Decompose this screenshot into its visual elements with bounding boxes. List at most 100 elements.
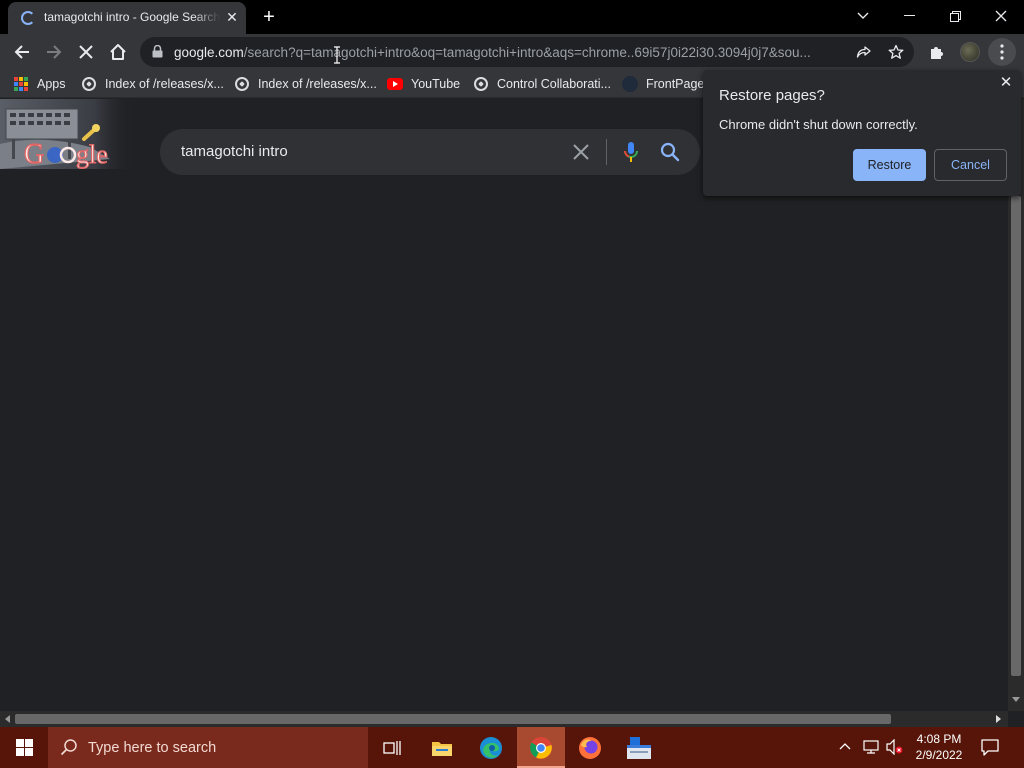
bookmark-label: Index of /releases/x... xyxy=(258,77,377,91)
arrow-right-icon xyxy=(47,45,62,59)
text-cursor-icon xyxy=(334,46,340,64)
edge-icon xyxy=(480,736,502,759)
scroll-left-arrow-icon[interactable] xyxy=(5,715,10,723)
restore-pages-dialog: Restore pages? ✕ Chrome didn't shut down… xyxy=(703,70,1021,196)
tab-title: tamagotchi intro - Google Search xyxy=(44,10,220,24)
bookmark-apps[interactable]: Apps xyxy=(13,75,66,93)
clock-date: 2/9/2022 xyxy=(915,748,963,762)
dialog-title: Restore pages? xyxy=(719,87,825,104)
loading-spinner-icon xyxy=(21,11,35,25)
svg-text:gle: gle xyxy=(76,140,108,169)
task-view-icon xyxy=(383,740,401,755)
address-bar[interactable]: google.com/search?q=tamagotchi+intro&oq=… xyxy=(140,37,914,67)
puzzle-icon xyxy=(931,47,943,59)
vertical-scroll-thumb[interactable] xyxy=(1011,196,1021,676)
bookmark-label: Apps xyxy=(37,77,66,91)
application-window-icon xyxy=(627,736,651,759)
chevron-down-icon xyxy=(857,12,869,19)
back-button[interactable] xyxy=(7,37,37,67)
bookmark-label: Index of /releases/x... xyxy=(105,77,224,91)
globe-icon xyxy=(82,77,96,91)
bookmark-frontpage[interactable]: FrontPage xyxy=(622,75,704,93)
taskbar-chrome[interactable] xyxy=(517,727,565,768)
chrome-icon xyxy=(530,736,552,759)
bookmark-label: Control Collaborati... xyxy=(497,77,611,91)
globe-icon xyxy=(474,77,488,91)
url-host: google.com xyxy=(174,45,244,60)
dialog-message: Chrome didn't shut down correctly. xyxy=(719,117,918,132)
minimize-button[interactable] xyxy=(886,0,932,32)
lock-icon[interactable] xyxy=(152,45,163,58)
horizontal-scrollbar[interactable] xyxy=(0,711,1008,727)
taskbar-app-window[interactable] xyxy=(615,727,663,768)
notification-center-icon[interactable] xyxy=(980,737,1000,757)
bookmark-label: YouTube xyxy=(411,77,461,91)
browser-toolbar: google.com/search?q=tamagotchi+intro&oq=… xyxy=(0,34,1024,70)
home-icon xyxy=(110,44,126,60)
taskbar-firefox[interactable] xyxy=(566,727,614,768)
close-window-button[interactable] xyxy=(978,0,1024,32)
taskbar-search-placeholder: Type here to search xyxy=(88,740,217,756)
globe-icon xyxy=(235,77,249,91)
start-button[interactable] xyxy=(0,727,48,768)
bookmark-star-icon[interactable] xyxy=(888,44,904,60)
stop-loading-button[interactable] xyxy=(71,37,101,67)
search-input[interactable]: tamagotchi intro xyxy=(181,143,288,160)
search-divider xyxy=(606,139,607,165)
restore-window-button[interactable] xyxy=(932,0,978,32)
url-path: /search?q=tamagotchi+intro&oq=tamagotchi… xyxy=(243,45,811,60)
minimize-icon xyxy=(903,15,915,16)
tab-search-button[interactable] xyxy=(840,0,886,32)
stop-x-icon xyxy=(79,45,93,59)
scroll-down-arrow-icon[interactable] xyxy=(1012,697,1020,702)
tab-close-button[interactable]: ✕ xyxy=(224,9,240,25)
bookmark-control-collaboration[interactable]: Control Collaborati... xyxy=(473,75,611,93)
youtube-icon xyxy=(387,78,403,90)
svg-text:G: G xyxy=(24,139,44,170)
windows-logo-icon xyxy=(15,739,33,756)
google-doodle-logo[interactable]: G gle xyxy=(0,99,135,183)
taskbar-file-explorer[interactable] xyxy=(418,727,466,768)
scroll-corner xyxy=(1008,711,1024,727)
horizontal-scroll-thumb[interactable] xyxy=(15,714,891,724)
scroll-right-arrow-icon[interactable] xyxy=(996,715,1001,723)
search-box[interactable]: tamagotchi intro xyxy=(160,129,700,175)
tab-strip: tamagotchi intro - Google Search ✕ + xyxy=(0,0,1024,34)
extensions-button[interactable] xyxy=(922,37,952,67)
apps-grid-icon xyxy=(13,76,29,92)
restore-button[interactable]: Restore xyxy=(853,149,926,181)
chrome-menu-button[interactable] xyxy=(988,38,1016,66)
bookmark-index-releases-1[interactable]: Index of /releases/x... xyxy=(81,75,224,93)
cancel-button[interactable]: Cancel xyxy=(934,149,1007,181)
profile-button[interactable] xyxy=(955,37,985,67)
forward-button[interactable] xyxy=(39,37,69,67)
search-icon[interactable] xyxy=(659,141,681,163)
tray-chevron-up-icon[interactable] xyxy=(838,739,852,755)
share-icon[interactable] xyxy=(856,44,872,60)
dialog-close-button[interactable]: ✕ xyxy=(998,75,1014,91)
windows-taskbar: Type here to search 4:08 PM 2/9/2022 xyxy=(0,727,1024,768)
tab-active[interactable]: tamagotchi intro - Google Search ✕ xyxy=(8,2,246,34)
microphone-icon[interactable] xyxy=(621,140,641,164)
task-view-button[interactable] xyxy=(368,727,416,768)
clear-icon[interactable] xyxy=(570,141,592,163)
firefox-icon xyxy=(579,736,601,759)
clock-time: 4:08 PM xyxy=(916,732,962,746)
google-doodle-image: G gle xyxy=(0,99,135,171)
bookmark-label: FrontPage xyxy=(646,77,705,91)
bookmark-index-releases-2[interactable]: Index of /releases/x... xyxy=(234,75,377,93)
home-button[interactable] xyxy=(103,37,133,67)
url-text[interactable]: google.com/search?q=tamagotchi+intro&oq=… xyxy=(174,45,854,60)
volume-muted-icon[interactable] xyxy=(885,739,903,755)
arrow-left-icon xyxy=(14,45,29,59)
taskbar-edge[interactable] xyxy=(467,727,515,768)
taskbar-search-box[interactable]: Type here to search xyxy=(48,727,368,768)
bookmark-youtube[interactable]: YouTube xyxy=(387,75,460,93)
restore-icon xyxy=(949,10,961,22)
close-icon xyxy=(995,10,1007,22)
new-tab-button[interactable]: + xyxy=(258,6,280,28)
search-icon xyxy=(60,739,77,756)
folder-icon xyxy=(432,741,452,756)
network-icon[interactable] xyxy=(862,739,880,755)
taskbar-clock[interactable]: 4:08 PM 2/9/2022 xyxy=(910,731,968,763)
